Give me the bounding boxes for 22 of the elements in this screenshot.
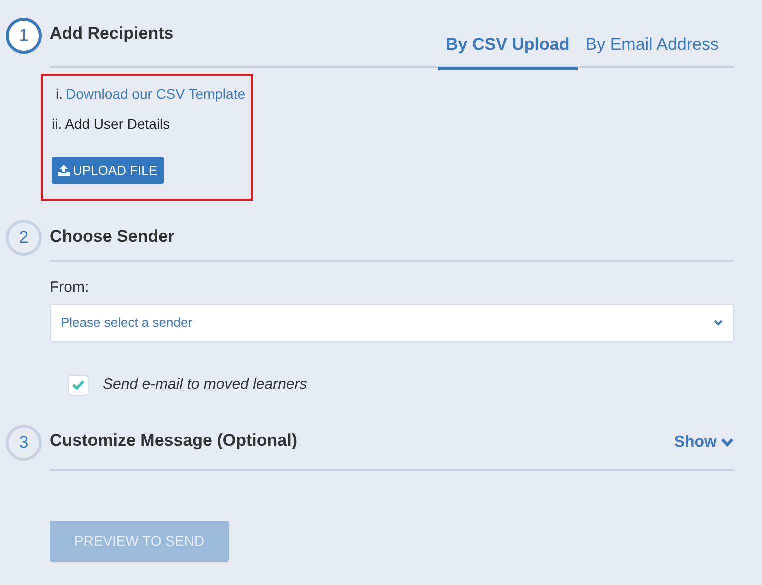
step-number: 1	[6, 18, 42, 54]
sender-select[interactable]: Please select a sender	[50, 304, 734, 342]
checkbox-label: Send e-mail to moved learners	[103, 375, 308, 395]
chevron-down-icon	[721, 438, 734, 447]
field-label: From:	[50, 278, 90, 298]
tab[interactable]: By CSV Upload	[438, 18, 578, 70]
show-toggle[interactable]: Show	[674, 424, 734, 454]
checkbox[interactable]	[68, 374, 89, 396]
upload-button[interactable]: UPLOAD FILE	[52, 157, 164, 184]
section-title: Choose Sender	[50, 226, 175, 248]
list-marker: ii.	[52, 115, 62, 134]
step-number: 2	[6, 220, 42, 256]
check-icon	[72, 380, 85, 390]
tab[interactable]: By Email Address	[578, 18, 727, 70]
section-title: Add Recipients	[50, 23, 174, 45]
list-marker: i.	[56, 85, 63, 104]
instruction-text: Add User Details	[65, 115, 170, 134]
template-link[interactable]: Download our CSV Template	[66, 84, 246, 114]
step-number: 3	[6, 424, 42, 460]
section-title: Customize Message (Optional)	[50, 430, 298, 452]
chevron-down-icon	[714, 320, 723, 326]
upload-icon	[58, 165, 70, 176]
